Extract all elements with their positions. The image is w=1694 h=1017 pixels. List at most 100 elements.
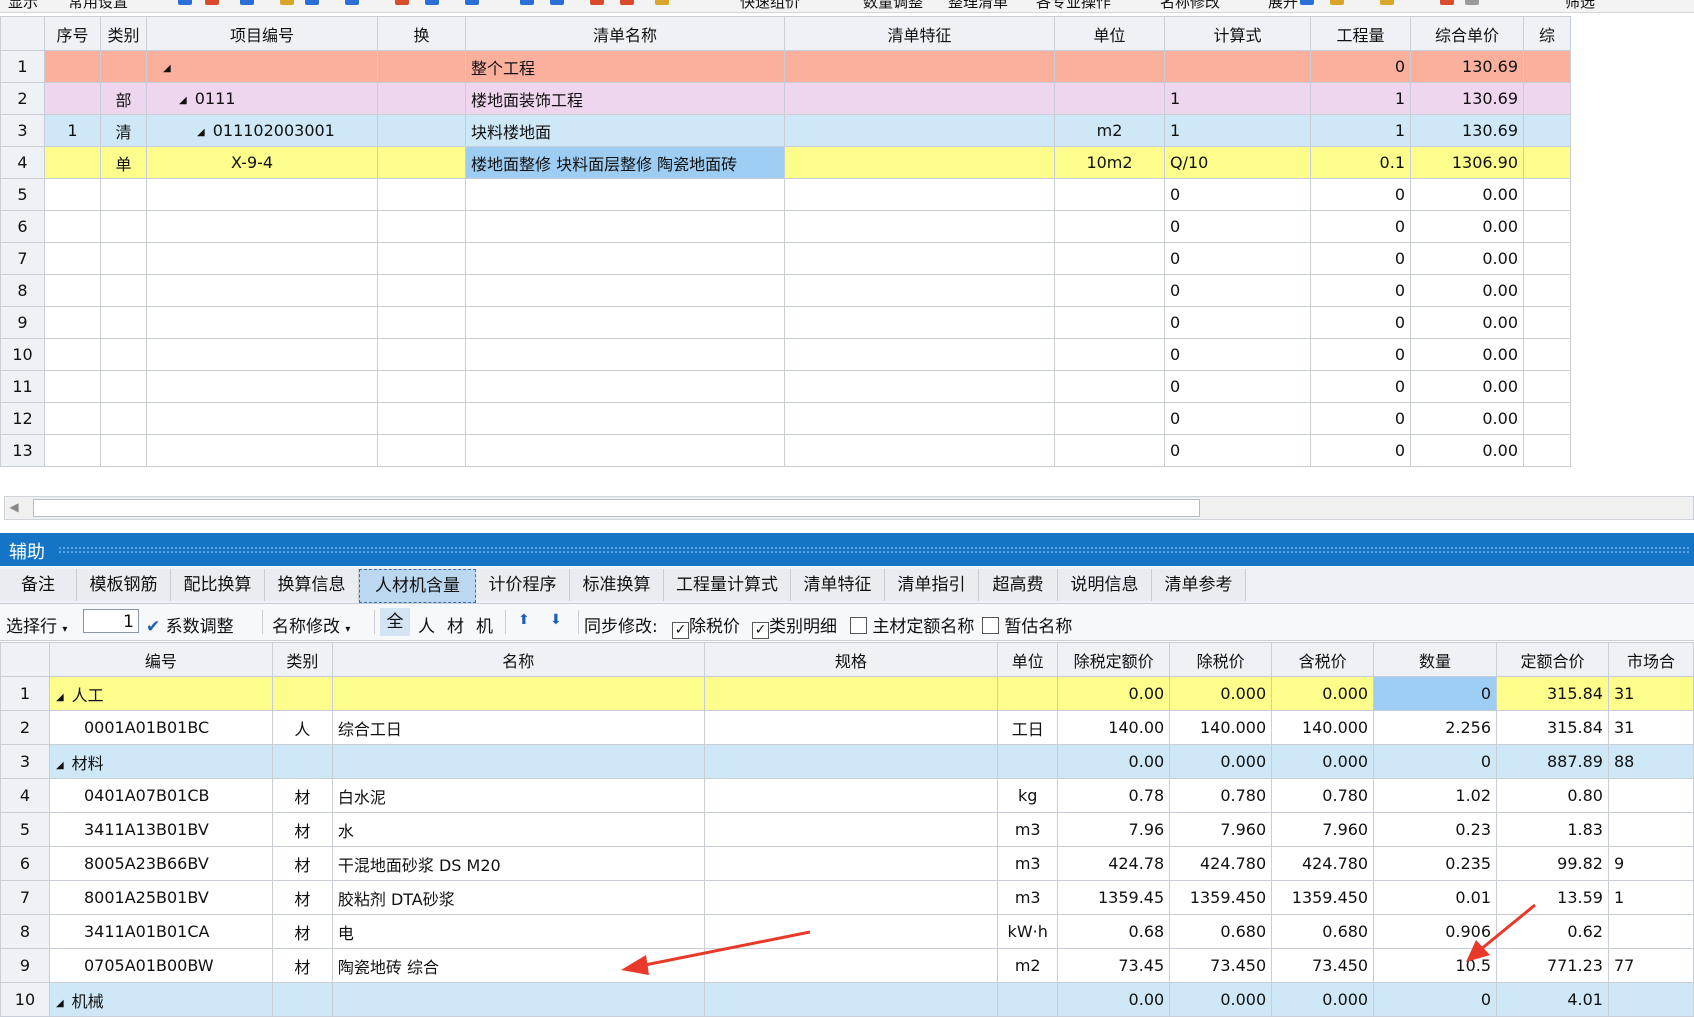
swap-cell[interactable]	[377, 434, 466, 467]
overflow-cell[interactable]	[1523, 338, 1571, 371]
table-row[interactable]: 13 0 0 0.00	[0, 434, 1571, 467]
collapse-icon[interactable]: ◢	[179, 95, 187, 106]
name-cell[interactable]	[465, 242, 785, 275]
quota-total-cell[interactable]: 315.84	[1496, 676, 1609, 711]
spec-cell[interactable]	[703, 812, 999, 847]
row-number[interactable]: 9	[0, 306, 45, 339]
toolbar-icon[interactable]	[1465, 0, 1479, 5]
toolbar-item[interactable]: 常用设置	[68, 0, 128, 12]
unit-cell[interactable]	[1054, 178, 1165, 211]
category-cell[interactable]: 清	[100, 114, 147, 147]
quota-total-cell[interactable]: 1.83	[1496, 812, 1609, 847]
unit-price-cell[interactable]: 0.00	[1410, 242, 1524, 275]
row-number[interactable]: 1	[0, 50, 45, 83]
row-number[interactable]: 2	[0, 710, 50, 745]
quantity-cell[interactable]: 1.02	[1373, 778, 1498, 813]
seq-cell[interactable]	[44, 402, 101, 435]
quantity-cell[interactable]: 1	[1310, 82, 1411, 115]
category-cell[interactable]: 材	[271, 948, 333, 983]
toolbar-icon[interactable]	[550, 0, 564, 5]
name-cell[interactable]	[465, 402, 785, 435]
unit-price-cell[interactable]: 130.69	[1410, 50, 1524, 83]
swap-cell[interactable]	[377, 82, 466, 115]
quota-price-excl-tax-cell[interactable]: 7.96	[1057, 812, 1171, 847]
table-row[interactable]: 1 ◢ 整个工程 0 130.69	[0, 50, 1571, 83]
formula-cell[interactable]	[1164, 50, 1311, 83]
unit-cell[interactable]: m3	[997, 846, 1059, 881]
price-excl-tax-cell[interactable]: 7.960	[1169, 812, 1273, 847]
unit-price-cell[interactable]: 0.00	[1410, 210, 1524, 243]
formula-cell[interactable]: 0	[1164, 274, 1311, 307]
table-row[interactable]: 10 ◢ 机械 0.00 0.000 0.000 0 4.01	[0, 982, 1694, 1017]
name-cell[interactable]: 综合工日	[331, 710, 705, 745]
row-number[interactable]: 5	[0, 178, 45, 211]
swap-cell[interactable]	[377, 114, 466, 147]
row-number[interactable]: 5	[0, 812, 50, 847]
spec-cell[interactable]	[703, 982, 999, 1017]
seq-cell[interactable]	[44, 242, 101, 275]
price-incl-tax-cell[interactable]: 0.000	[1271, 676, 1375, 711]
filter-labor-button[interactable]: 人	[418, 612, 435, 637]
name-cell[interactable]: 整个工程	[465, 50, 785, 83]
feature-cell[interactable]	[784, 210, 1055, 243]
quota-price-excl-tax-cell[interactable]: 0.00	[1057, 744, 1171, 779]
toolbar-icon[interactable]	[655, 0, 669, 5]
name-cell[interactable]: 白水泥	[331, 778, 705, 813]
quantity-cell[interactable]: 0	[1373, 676, 1498, 711]
code-cell[interactable]: 3411A13B01BV	[48, 812, 273, 847]
seq-cell[interactable]	[44, 50, 101, 83]
quantity-cell[interactable]: 0	[1310, 242, 1411, 275]
unit-price-cell[interactable]: 0.00	[1410, 338, 1524, 371]
price-excl-tax-cell[interactable]: 424.780	[1169, 846, 1273, 881]
spec-cell[interactable]	[703, 880, 999, 915]
move-up-icon[interactable]: ⬆	[518, 612, 530, 628]
row-number[interactable]: 11	[0, 370, 45, 403]
quantity-cell[interactable]: 0	[1310, 210, 1411, 243]
unit-cell[interactable]: m3	[997, 812, 1059, 847]
code-cell[interactable]: ◢ 011102003001	[146, 114, 378, 147]
name-cell[interactable]	[331, 744, 705, 779]
code-cell[interactable]: ◢ 0111	[146, 82, 378, 115]
row-number[interactable]: 3	[0, 114, 45, 147]
column-header[interactable]: 单位	[997, 642, 1059, 677]
unit-cell[interactable]: m2	[1054, 114, 1165, 147]
unit-cell[interactable]	[997, 676, 1059, 711]
quantity-cell[interactable]: 0.1	[1310, 146, 1411, 179]
market-total-cell[interactable]: 88	[1607, 744, 1694, 779]
collapse-icon[interactable]: ◢	[56, 760, 64, 771]
swap-cell[interactable]	[377, 242, 466, 275]
category-cell[interactable]	[100, 274, 147, 307]
seq-cell[interactable]	[44, 370, 101, 403]
unit-cell[interactable]	[1054, 242, 1165, 275]
unit-price-cell[interactable]: 1306.90	[1410, 146, 1524, 179]
formula-cell[interactable]: 0	[1164, 370, 1311, 403]
column-header[interactable]: 除税定额价	[1057, 642, 1171, 677]
category-cell[interactable]	[271, 676, 333, 711]
unit-cell[interactable]	[1054, 338, 1165, 371]
spec-cell[interactable]	[703, 846, 999, 881]
code-cell[interactable]: ◢ 材料	[48, 744, 273, 779]
row-number[interactable]: 9	[0, 948, 50, 983]
table-row[interactable]: 11 0 0 0.00	[0, 370, 1571, 403]
category-cell[interactable]	[100, 242, 147, 275]
toolbar-icon[interactable]	[620, 0, 634, 5]
scroll-thumb[interactable]	[33, 499, 1200, 517]
name-cell[interactable]: 电	[331, 914, 705, 949]
price-excl-tax-cell[interactable]: 140.000	[1169, 710, 1273, 745]
tab-2[interactable]: 配比换算	[171, 569, 265, 601]
code-cell[interactable]	[146, 274, 378, 307]
unit-cell[interactable]: 工日	[997, 710, 1059, 745]
price-incl-tax-cell[interactable]: 0.780	[1271, 778, 1375, 813]
unit-cell[interactable]	[997, 744, 1059, 779]
category-cell[interactable]	[100, 434, 147, 467]
unit-cell[interactable]	[1054, 370, 1165, 403]
column-header[interactable]: 综	[1523, 16, 1571, 51]
quota-total-cell[interactable]: 315.84	[1496, 710, 1609, 745]
swap-cell[interactable]	[377, 50, 466, 83]
formula-cell[interactable]: 1	[1164, 114, 1311, 147]
toolbar-icon[interactable]	[425, 0, 439, 5]
column-header[interactable]: 编号	[48, 642, 273, 677]
category-cell[interactable]: 材	[271, 846, 333, 881]
filter-material-button[interactable]: 材	[447, 612, 464, 637]
toolbar-icon[interactable]	[280, 0, 294, 5]
